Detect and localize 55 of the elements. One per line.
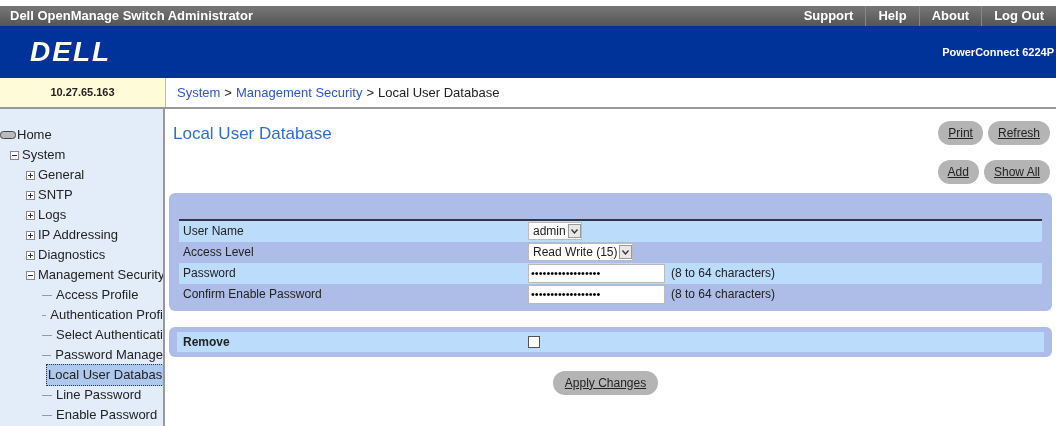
- window-title: Dell OpenManage Switch Administrator: [10, 7, 253, 26]
- header-link[interactable]: Log Out: [981, 6, 1056, 26]
- remove-label: Remove: [182, 333, 231, 351]
- tree-item[interactable]: Logs: [38, 205, 67, 225]
- tree-item[interactable]: General: [38, 165, 85, 185]
- page-button[interactable]: Show All: [983, 159, 1050, 184]
- field-hint: (8 to 64 characters): [671, 286, 776, 303]
- model-name: PowerConnect 6224P: [942, 44, 1054, 60]
- field-label: Password: [182, 265, 237, 282]
- expand-icon[interactable]: [26, 250, 35, 260]
- tree-item[interactable]: Line Password: [56, 385, 142, 405]
- tree-item[interactable]: Access Profile: [56, 285, 139, 305]
- tree-item[interactable]: Home: [17, 125, 52, 145]
- drive-icon: [0, 131, 16, 139]
- field-label: Access Level: [182, 244, 255, 261]
- field-label: User Name: [182, 223, 245, 240]
- breadcrumb-link[interactable]: Management Security: [235, 82, 363, 103]
- expand-icon[interactable]: [26, 210, 35, 220]
- password-field[interactable]: ••••••••••••••••••: [528, 263, 665, 283]
- tree-item[interactable]: Password Manage: [55, 345, 163, 365]
- tree-item[interactable]: IP Addressing: [38, 225, 118, 245]
- expand-icon[interactable]: [26, 230, 35, 240]
- header-link[interactable]: About: [918, 6, 982, 26]
- logo: DELL: [30, 35, 112, 69]
- tree-item[interactable]: System: [22, 145, 66, 165]
- dropdown[interactable]: admin: [528, 222, 582, 240]
- breadcrumb-text: Local User Database: [378, 83, 500, 102]
- tree-item[interactable]: Enable Password: [56, 405, 158, 425]
- collapse-icon[interactable]: [10, 150, 19, 160]
- breadcrumb-text: >: [224, 83, 232, 102]
- field-hint: (8 to 64 characters): [671, 265, 776, 282]
- breadcrumb-text: >: [366, 83, 374, 102]
- breadcrumb-link[interactable]: System: [177, 82, 221, 103]
- page-button[interactable]: Print: [938, 121, 983, 145]
- field-label: Confirm Enable Password: [182, 286, 323, 303]
- expand-icon[interactable]: [26, 190, 35, 200]
- checkbox[interactable]: [528, 335, 540, 348]
- expand-icon[interactable]: [26, 170, 35, 180]
- tree-item[interactable]: Authentication Profi: [50, 305, 163, 325]
- apply-changes-button[interactable]: Apply Changes: [552, 370, 659, 395]
- page-button[interactable]: Refresh: [987, 121, 1050, 145]
- dropdown[interactable]: Read Write (15): [528, 243, 634, 261]
- tree-item[interactable]: Local User Databas: [46, 364, 163, 386]
- password-field[interactable]: ••••••••••••••••••: [528, 284, 665, 304]
- page-title: Local User Database: [173, 123, 332, 145]
- tree-item[interactable]: Diagnostics: [38, 245, 106, 265]
- caret-icon: [619, 245, 633, 259]
- tree-item[interactable]: SNTP: [38, 185, 73, 205]
- ip-address: 10.27.65.163: [50, 85, 115, 101]
- collapse-icon[interactable]: [26, 270, 35, 280]
- header-link[interactable]: Support: [791, 6, 866, 26]
- tree-item[interactable]: Select Authenticati: [56, 325, 163, 345]
- caret-icon: [567, 224, 581, 238]
- page-button[interactable]: Add: [937, 159, 979, 184]
- header-link[interactable]: Help: [865, 6, 919, 26]
